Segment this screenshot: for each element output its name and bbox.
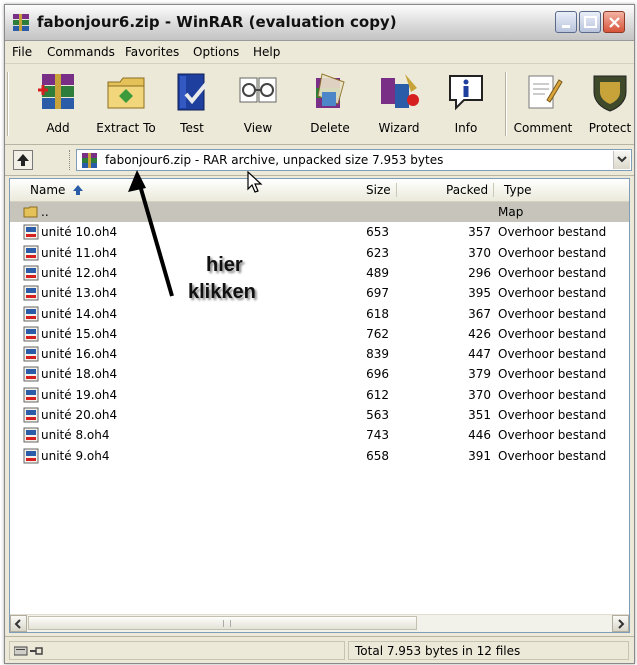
annotation-text-hier: hier (206, 254, 243, 276)
mouse-pointer-icon (247, 171, 263, 193)
annotation-text-klikken: klikken (188, 281, 256, 303)
annotation-arrow (128, 170, 174, 297)
